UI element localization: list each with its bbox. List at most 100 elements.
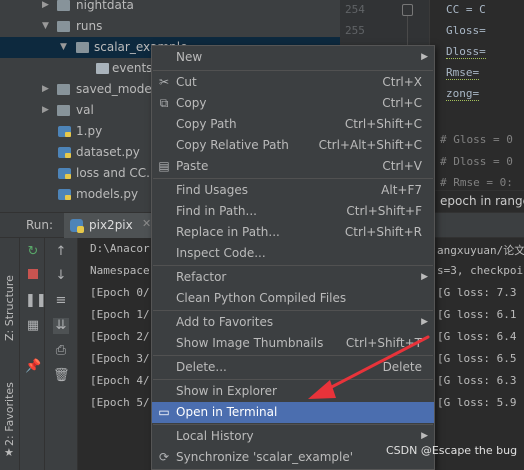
menu-item-show-thumbnails[interactable]: Show Image Thumbnails Ctrl+Shift+T: [152, 333, 434, 354]
menu-item-label: Clean Python Compiled Files: [176, 291, 347, 305]
menu-item-add-to-favorites[interactable]: Add to Favorites ▶: [152, 312, 434, 333]
layout-icon[interactable]: ▦: [25, 318, 41, 334]
menu-separator: [153, 379, 433, 380]
menu-item-copy-relative-path[interactable]: Copy Relative Path Ctrl+Alt+Shift+C: [152, 135, 434, 156]
menu-item-inspect-code[interactable]: Inspect Code...: [152, 243, 434, 264]
python-file-icon: [58, 147, 71, 158]
menu-item-label: Find Usages: [176, 183, 249, 197]
console-line: D:\Anacor: [90, 242, 150, 255]
rerun-icon[interactable]: ↻: [25, 244, 41, 260]
chevron-right-icon[interactable]: ▶: [42, 79, 52, 100]
menu-item-label: Open in Terminal: [176, 405, 278, 419]
menu-item-refactor[interactable]: Refactor ▶: [152, 267, 434, 288]
left-tool-stripe: Z: Structure 2: Favorites ★: [0, 238, 20, 470]
console-line: [Epoch 5/: [90, 396, 150, 409]
folder-icon: [57, 84, 70, 95]
folder-icon: [57, 0, 70, 11]
menu-item-open-in-terminal[interactable]: ▭ Open in Terminal: [152, 402, 434, 423]
favorites-tab[interactable]: 2: Favorites: [3, 382, 16, 446]
menu-item-clean-compiled[interactable]: Clean Python Compiled Files: [152, 288, 434, 309]
chevron-down-icon[interactable]: ▼: [60, 37, 70, 58]
close-icon[interactable]: ✕: [142, 217, 151, 230]
copy-icon: ⧉: [159, 96, 169, 110]
trash-icon[interactable]: 🗑: [53, 368, 70, 384]
menu-item-paste[interactable]: ▤ Paste Ctrl+V: [152, 156, 434, 177]
menu-item-shortcut: Ctrl+Alt+Shift+C: [318, 138, 422, 152]
menu-separator: [153, 265, 433, 266]
scroll-to-end-icon[interactable]: ⇊: [53, 318, 69, 334]
code-line: Dloss=: [446, 45, 486, 59]
menu-separator: [153, 355, 433, 356]
code-line: CC = C: [446, 3, 486, 16]
menu-item-label: Inspect Code...: [176, 246, 266, 260]
submenu-arrow-icon: ▶: [421, 52, 428, 62]
paste-icon: ▤: [158, 159, 170, 173]
tree-item-nightdata[interactable]: ▶ nightdata: [0, 0, 340, 16]
line-number: 254: [345, 3, 365, 16]
run-tab-pix2pix[interactable]: pix2pix ✕: [64, 213, 156, 238]
console-line: [Epoch 2/: [90, 330, 150, 343]
breadcrumb-text: epoch in range: [440, 194, 524, 208]
tree-item-label: runs: [76, 19, 103, 33]
submenu-arrow-icon: ▶: [421, 317, 428, 327]
menu-item-find-in-path[interactable]: Find in Path... Ctrl+Shift+F: [152, 201, 434, 222]
menu-item-shortcut: Ctrl+Shift+C: [344, 117, 422, 131]
line-number: 255: [345, 24, 365, 37]
chevron-right-icon[interactable]: ▶: [42, 100, 52, 121]
menu-item-replace-in-path[interactable]: Replace in Path... Ctrl+Shift+R: [152, 222, 434, 243]
console-line: [Epoch 1/: [90, 308, 150, 321]
python-file-icon: [58, 168, 71, 179]
code-line: Gloss=: [446, 24, 486, 37]
tree-item-runs[interactable]: ▼ runs: [0, 16, 340, 37]
console-line: [G loss: 5.9: [437, 396, 517, 409]
pause-icon[interactable]: ❚❚: [25, 293, 47, 309]
run-tab-label: pix2pix: [89, 218, 133, 232]
folder-open-icon: [57, 21, 70, 32]
console-line: [G loss: 6.3: [437, 374, 517, 387]
terminal-icon: ▭: [158, 405, 170, 419]
menu-item-shortcut: Alt+F7: [381, 183, 422, 197]
menu-item-shortcut: Ctrl+V: [382, 159, 422, 173]
menu-item-new[interactable]: New ▶: [152, 47, 434, 68]
menu-item-shortcut: Ctrl+C: [382, 96, 422, 110]
tree-item-label: saved_model: [76, 82, 156, 96]
menu-separator: [153, 70, 433, 71]
sync-icon: ⟳: [158, 450, 170, 464]
submenu-arrow-icon: ▶: [421, 272, 428, 282]
menu-item-label: Delete...: [176, 360, 227, 374]
menu-item-delete[interactable]: Delete... Delete: [152, 357, 434, 378]
menu-item-label: Synchronize 'scalar_example': [176, 450, 354, 464]
arrow-down-icon[interactable]: ↓: [53, 268, 69, 284]
soft-wrap-icon[interactable]: ≡: [53, 293, 69, 309]
menu-separator: [153, 178, 433, 179]
structure-tab[interactable]: Z: Structure: [3, 275, 16, 341]
menu-item-label: Local History: [176, 429, 254, 443]
menu-item-find-usages[interactable]: Find Usages Alt+F7: [152, 180, 434, 201]
stop-icon[interactable]: [25, 268, 41, 284]
chevron-right-icon[interactable]: ▶: [42, 0, 52, 16]
menu-item-copy[interactable]: ⧉ Copy Ctrl+C: [152, 93, 434, 114]
menu-item-shortcut: Ctrl+Shift+T: [345, 336, 422, 350]
menu-item-shortcut: Ctrl+Shift+R: [344, 225, 422, 239]
menu-item-label: Refactor: [176, 270, 227, 284]
code-line: Rmse=: [446, 66, 480, 80]
fold-icon[interactable]: [402, 4, 413, 16]
menu-item-label: Show in Explorer: [176, 384, 277, 398]
arrow-up-icon[interactable]: ↑: [53, 244, 69, 260]
pin-icon[interactable]: 📌: [25, 359, 41, 375]
menu-item-show-in-explorer[interactable]: Show in Explorer: [152, 381, 434, 402]
code-line: # Gloss = 0: [440, 133, 513, 146]
scissors-icon: ✂: [158, 75, 170, 89]
menu-item-shortcut: Delete: [382, 360, 422, 374]
console-line: angxuyuan/论文: [437, 244, 524, 257]
console-line: [Epoch 4/: [90, 374, 150, 387]
menu-item-cut[interactable]: ✂ Cut Ctrl+X: [152, 72, 434, 93]
menu-item-label: Replace in Path...: [176, 225, 280, 239]
menu-item-label: Paste: [176, 159, 209, 173]
menu-item-copy-path[interactable]: Copy Path Ctrl+Shift+C: [152, 114, 434, 135]
chevron-down-icon[interactable]: ▼: [42, 16, 52, 37]
print-icon[interactable]: ⎙: [53, 343, 69, 359]
file-icon: [96, 63, 109, 74]
console-line: [G loss: 6.1: [437, 308, 517, 321]
context-menu: New ▶ ✂ Cut Ctrl+X ⧉ Copy Ctrl+C Copy Pa…: [151, 45, 435, 470]
